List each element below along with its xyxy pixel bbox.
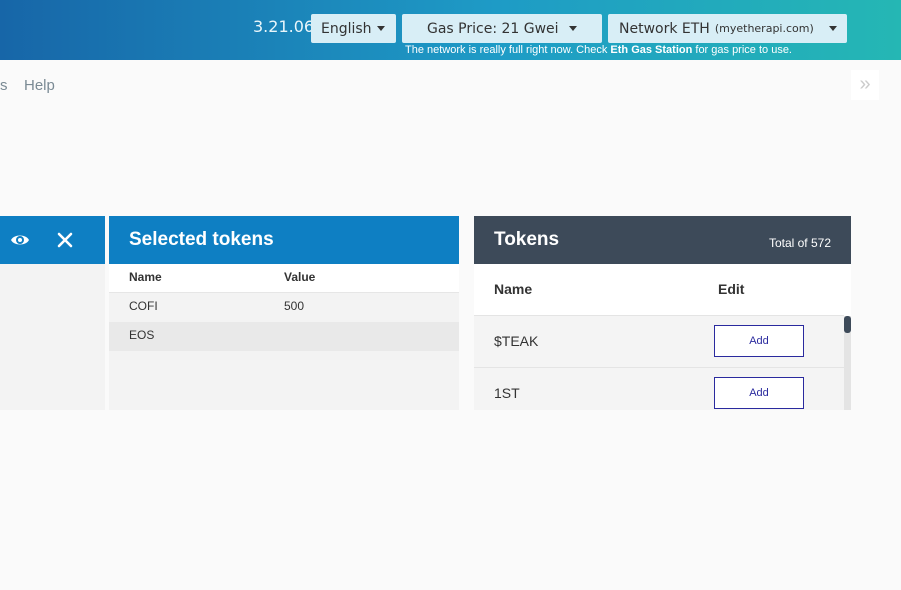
caret-down-icon — [829, 26, 837, 31]
caret-down-icon — [377, 26, 385, 31]
nav-item-cut[interactable]: s — [0, 77, 8, 94]
caret-down-icon — [569, 26, 577, 31]
version-label: 3.21.06 — [253, 17, 315, 36]
language-dropdown[interactable]: English — [311, 14, 396, 43]
network-dropdown[interactable]: Network ETH (myetherapi.com) — [608, 14, 847, 43]
table-row[interactable]: COFI 500 — [109, 293, 459, 322]
network-label: Network ETH — [619, 20, 710, 37]
selected-tokens-column-header: Name Value — [109, 264, 459, 293]
tokens-table: Name Edit $TEAK Add 1ST Add — [474, 264, 851, 410]
notice-text-pre: The network is really full right now. Ch… — [405, 44, 611, 56]
double-chevron-right-icon[interactable]: » — [851, 70, 879, 100]
wallet-panel-body — [0, 264, 105, 410]
top-header: 3.21.06 English Gas Price: 21 Gwei Netwo… — [0, 0, 901, 60]
eye-icon[interactable] — [10, 232, 30, 248]
network-node-label: (myetherapi.com) — [714, 22, 814, 35]
nav-item-help[interactable]: Help — [24, 77, 55, 94]
language-label: English — [321, 20, 372, 37]
column-name-header: Name — [494, 281, 533, 297]
table-row: 1ST Add — [474, 368, 844, 410]
add-token-button[interactable]: Add — [714, 325, 804, 357]
selected-tokens-title: Selected tokens — [129, 229, 274, 250]
gas-price-label: Gas Price: 21 Gwei — [427, 20, 559, 37]
table-row[interactable]: EOS — [109, 322, 459, 351]
token-name: $TEAK — [494, 333, 539, 349]
gas-price-dropdown[interactable]: Gas Price: 21 Gwei — [402, 14, 602, 43]
selected-tokens-table: Name Value COFI 500 EOS — [109, 264, 459, 410]
notice-text-post: for gas price to use. — [692, 44, 792, 56]
token-name: 1ST — [494, 385, 520, 401]
column-edit-header: Edit — [718, 281, 745, 297]
tokens-total: Total of 572 — [768, 236, 831, 250]
token-name: COFI — [129, 299, 158, 313]
tokens-title: Tokens — [494, 229, 560, 250]
gas-notice: The network is really full right now. Ch… — [405, 44, 792, 56]
column-value-header: Value — [284, 270, 316, 284]
tokens-column-header: Name Edit — [474, 264, 844, 316]
tokens-header: Tokens Total of 572 — [474, 216, 851, 264]
selected-tokens-header: Selected tokens — [109, 216, 459, 264]
scrollbar-thumb[interactable] — [844, 316, 851, 333]
token-value: 500 — [284, 299, 305, 313]
eth-gas-station-link[interactable]: Eth Gas Station — [610, 44, 692, 56]
table-row: $TEAK Add — [474, 316, 844, 368]
column-name-header: Name — [129, 270, 162, 284]
close-icon[interactable] — [56, 231, 74, 249]
token-name: EOS — [129, 328, 155, 342]
add-token-button[interactable]: Add — [714, 377, 804, 409]
